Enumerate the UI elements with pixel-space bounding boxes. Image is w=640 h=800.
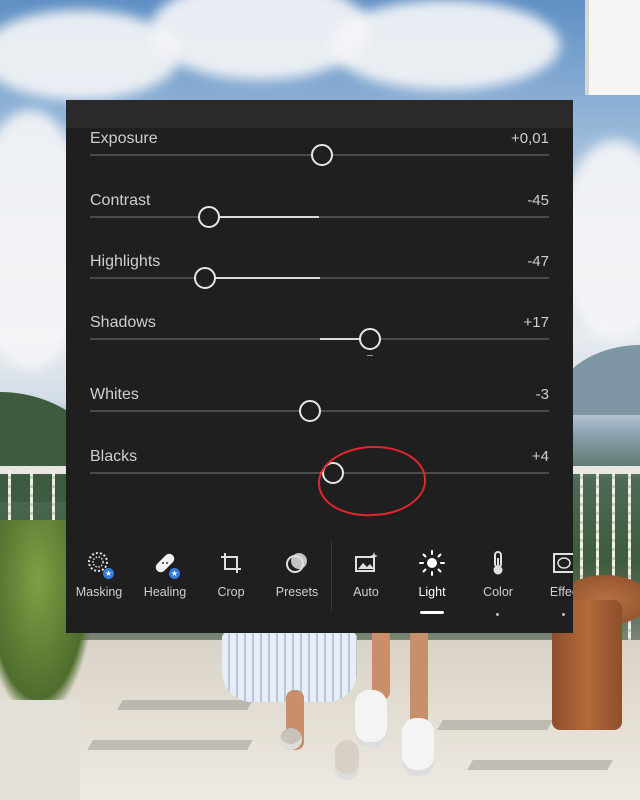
slider-value[interactable]: -45 — [527, 192, 549, 209]
masking-label: Masking — [75, 585, 123, 599]
slider-value[interactable]: +4 — [532, 448, 549, 465]
slider-value[interactable]: -3 — [536, 386, 549, 403]
slider-thumb[interactable] — [198, 206, 221, 228]
slider-label: Exposure — [90, 130, 158, 147]
active-tab-indicator — [420, 611, 444, 614]
color-button[interactable]: Color — [465, 549, 531, 616]
slider-track[interactable] — [90, 206, 549, 228]
edited-dot — [562, 613, 565, 616]
healing-button[interactable]: ★ Healing — [132, 549, 198, 599]
presets-icon — [283, 549, 311, 577]
edited-dot — [496, 613, 499, 616]
slider-thumb[interactable] — [299, 400, 322, 422]
slider-label: Contrast — [90, 192, 151, 209]
slider-value[interactable]: +17 — [524, 314, 549, 331]
slider-fill — [204, 277, 320, 279]
thermometer-icon — [484, 549, 512, 577]
slider-thumb[interactable] — [310, 144, 333, 166]
slider-tick — [366, 355, 373, 356]
masking-button[interactable]: ★ Masking — [66, 549, 132, 599]
light-adjust-panel: Exposure +0,01 Contrast -45 Highlights -… — [66, 100, 573, 633]
slider-value[interactable]: +0,01 — [511, 130, 549, 147]
crop-label: Crop — [217, 585, 245, 599]
sun-icon — [418, 549, 446, 577]
crop-button[interactable]: Crop — [198, 549, 264, 599]
slider-track[interactable] — [90, 328, 549, 356]
slider-thumb[interactable] — [193, 267, 216, 289]
slider-fill — [209, 216, 320, 218]
crop-rotate-icon — [217, 549, 245, 577]
auto-button[interactable]: Auto — [333, 549, 399, 599]
slider-value[interactable]: -47 — [527, 253, 549, 270]
effects-button[interactable]: Effec — [531, 549, 573, 616]
slider-label: Whites — [90, 386, 139, 403]
light-label: Light — [418, 585, 446, 599]
tool-bar: ★ Masking ★ Healing Crop Presets Auto Li… — [66, 537, 573, 633]
slider-row-shadows: Shadows +17 — [66, 314, 573, 374]
slider-label: Highlights — [90, 253, 161, 270]
color-label: Color — [483, 585, 513, 599]
effects-label: Effec — [549, 585, 573, 599]
slider-label: Blacks — [90, 448, 138, 465]
toolbar-divider — [331, 541, 332, 611]
slider-row-whites: Whites -3 — [66, 386, 573, 446]
auto-label: Auto — [353, 585, 379, 599]
slider-thumb[interactable] — [358, 328, 381, 350]
light-button[interactable]: Light — [399, 549, 465, 614]
presets-button[interactable]: Presets — [264, 549, 330, 599]
slider-row-contrast: Contrast -45 — [66, 192, 573, 252]
slider-row-highlights: Highlights -47 — [66, 253, 573, 313]
bandage-icon: ★ — [151, 549, 180, 579]
slider-label: Shadows — [90, 314, 156, 331]
masking-icon: ★ — [85, 549, 114, 579]
auto-enhance-icon — [352, 549, 380, 577]
slider-track[interactable] — [90, 144, 549, 166]
healing-label: Healing — [143, 585, 187, 599]
slider-track[interactable] — [90, 400, 549, 422]
lamp — [585, 0, 640, 95]
vignette-icon — [550, 549, 573, 577]
slider-row-exposure: Exposure +0,01 — [66, 130, 573, 190]
slider-track[interactable] — [90, 267, 549, 289]
presets-label: Presets — [275, 585, 319, 599]
panel-header — [66, 100, 573, 128]
